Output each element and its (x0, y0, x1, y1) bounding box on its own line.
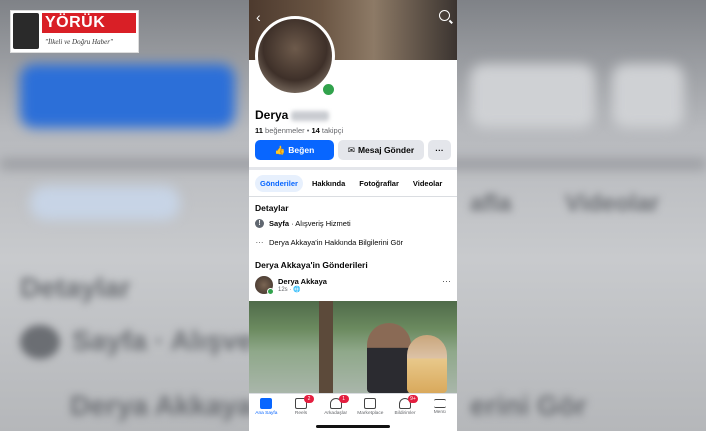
profile-first-name: Derya (255, 108, 289, 122)
nav-reels[interactable]: 2 Reels (284, 394, 319, 431)
tab-photos[interactable]: Fotoğraflar (354, 175, 404, 192)
page-category: · Alışveriş Hizmeti (291, 219, 351, 228)
posts-title: Derya Akkaya'in Gönderileri (255, 260, 368, 270)
yoruk-efe-logo: YÖRÜK EFE "İlkeli ve Doğru Haber" (10, 10, 139, 53)
section-divider (249, 167, 457, 170)
message-button[interactable]: ✉ Mesaj Gönder (338, 140, 424, 160)
post-photo[interactable] (249, 301, 457, 393)
nav-notifications[interactable]: 9+ Bildirimler (388, 394, 423, 431)
nav-marketplace-label: Marketplace (357, 411, 384, 416)
profile-stats: 11 beğenmeler • 14 takipçi (255, 126, 343, 135)
tab-posts[interactable]: Gönderiler (255, 175, 303, 192)
followers-count: 14 (311, 126, 320, 135)
tab-videos[interactable]: Videolar (408, 175, 447, 192)
likes-label[interactable]: beğenmeler (265, 126, 305, 135)
profile-tabs: Gönderiler Hakkında Fotoğraflar Videolar (255, 175, 447, 192)
bg-message-button (470, 64, 595, 128)
messenger-icon: ✉ (347, 144, 355, 155)
bg-more-button (612, 64, 684, 128)
nav-notifications-label: Bildirimler (394, 411, 416, 416)
nav-menu-label: Menü (433, 410, 446, 415)
bg-about-text: Derya Akkaya (70, 390, 253, 421)
home-icon (260, 398, 273, 409)
details-title: Detaylar (255, 203, 289, 213)
message-button-label: Mesaj Gönder (357, 145, 415, 155)
page-label: Sayfa (269, 219, 290, 228)
notifications-badge: 9+ (408, 395, 419, 403)
friends-badge: 1 (338, 395, 349, 403)
post-timestamp: 12s · 🌐 (278, 287, 301, 293)
reels-badge: 2 (304, 395, 314, 403)
nav-friends-label: Arkadaşlar (324, 411, 348, 416)
more-options-button[interactable]: ··· (428, 140, 451, 160)
photo-person-woman (407, 335, 447, 393)
nav-home[interactable]: Ana Sayfa (249, 394, 284, 431)
tabs-underline (249, 196, 457, 197)
bg-details-text: Detaylar (20, 272, 131, 303)
page-info-row: ! Sayfa · Alışveriş Hizmeti (255, 219, 351, 228)
bg-see-text: erini Gör (470, 390, 587, 421)
menu-icon (433, 399, 446, 408)
post-author-name[interactable]: Derya Akkaya (278, 277, 327, 286)
photo-tree-trunk (319, 301, 333, 393)
like-button-label: Beğen (288, 145, 315, 155)
tab-about[interactable]: Hakkında (307, 175, 350, 192)
back-icon[interactable]: ‹ (256, 9, 261, 25)
blurred-surname (291, 110, 330, 121)
logo-portrait (13, 13, 39, 49)
search-icon[interactable] (439, 10, 450, 21)
nav-menu[interactable]: Menü (422, 394, 457, 431)
phone-screen: ‹ Derya 11 beğenmeler • 14 takipçi 👍 Beğ… (249, 0, 457, 431)
online-status-dot (321, 82, 336, 97)
bg-tab (30, 186, 180, 220)
bg-tab-text: afla (470, 190, 512, 217)
post-author-avatar[interactable] (255, 276, 274, 295)
about-link[interactable]: Derya Akkaya'in Hakkında Bilgilerini Gör (269, 238, 403, 247)
profile-name: Derya (255, 108, 330, 122)
nav-home-label: Ana Sayfa (255, 411, 278, 416)
info-icon: ! (255, 219, 264, 228)
post-header: Derya Akkaya 12s · 🌐 (255, 276, 327, 295)
nav-reels-label: Reels (294, 411, 308, 416)
logo-tagline: "İlkeli ve Doğru Haber" (45, 38, 113, 46)
post-more-icon[interactable]: ··· (442, 276, 451, 286)
bg-videos-text: Videolar (565, 190, 660, 217)
about-link-row[interactable]: ··· Derya Akkaya'in Hakkında Bilgilerini… (255, 238, 404, 247)
marketplace-icon (364, 398, 377, 409)
followers-label[interactable]: takipçi (322, 126, 343, 135)
photo-person-man (367, 323, 411, 393)
thumbs-up-icon: 👍 (274, 144, 286, 155)
home-indicator (316, 425, 390, 428)
logo-title: YÖRÜK EFE (42, 13, 136, 51)
bg-like-button (20, 64, 235, 128)
like-button[interactable]: 👍 Beğen (255, 140, 334, 160)
bg-info-icon (20, 325, 60, 359)
likes-count: 11 (255, 126, 263, 135)
ellipsis-icon: ··· (255, 238, 264, 247)
